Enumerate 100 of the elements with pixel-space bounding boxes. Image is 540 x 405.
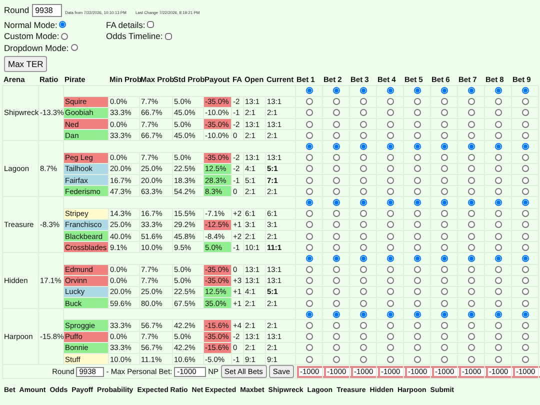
- bet-radio[interactable]: [386, 266, 394, 274]
- bet-radio[interactable]: [332, 232, 340, 240]
- bet-radio[interactable]: [306, 109, 312, 116]
- bet-radio[interactable]: [440, 98, 448, 106]
- bet-radio[interactable]: [306, 356, 312, 363]
- bet-radio[interactable]: [360, 154, 366, 162]
- bet-radio[interactable]: [440, 188, 448, 195]
- bet-radio[interactable]: [414, 176, 420, 184]
- bet-radio[interactable]: [360, 322, 366, 330]
- bet-radio[interactable]: [332, 87, 340, 94]
- bet-radio[interactable]: [440, 266, 448, 274]
- bet-radio[interactable]: [386, 333, 394, 340]
- bet-radio[interactable]: [386, 244, 394, 251]
- bet-radio[interactable]: [468, 232, 474, 240]
- bet-radio[interactable]: [360, 254, 366, 262]
- bet-radio[interactable]: [306, 165, 312, 172]
- bet-radio[interactable]: [332, 277, 340, 284]
- bet-radio[interactable]: [414, 288, 420, 296]
- bet-radio[interactable]: [440, 221, 448, 228]
- bet-radio[interactable]: [440, 322, 448, 330]
- bet-radio[interactable]: [494, 198, 502, 206]
- bet-radio[interactable]: [360, 98, 366, 106]
- bet-radio[interactable]: [494, 277, 502, 284]
- bet-radio[interactable]: [360, 232, 366, 240]
- bet-radio[interactable]: [494, 244, 502, 251]
- bet-radio[interactable]: [494, 109, 502, 116]
- bet-radio[interactable]: [414, 232, 420, 240]
- bet-radio[interactable]: [414, 98, 420, 106]
- bet-radio[interactable]: [306, 244, 312, 251]
- bet-radio[interactable]: [494, 266, 502, 274]
- bet-radio[interactable]: [494, 254, 502, 262]
- bet-radio[interactable]: [468, 154, 474, 162]
- bet-radio[interactable]: [332, 288, 340, 296]
- bet-radio[interactable]: [386, 322, 394, 330]
- bet-radio[interactable]: [468, 221, 474, 228]
- bet-radio[interactable]: [332, 244, 340, 251]
- bet-radio[interactable]: [522, 322, 528, 330]
- bet-radio[interactable]: [360, 188, 366, 195]
- bet-radio[interactable]: [414, 322, 420, 330]
- bet-radio[interactable]: [440, 300, 448, 307]
- bet-radio[interactable]: [440, 87, 448, 94]
- bet-radio[interactable]: [414, 143, 420, 150]
- bet-radio[interactable]: [468, 300, 474, 307]
- bet-radio[interactable]: [440, 198, 448, 206]
- bet-radio[interactable]: [360, 176, 366, 184]
- bet-radio[interactable]: [332, 266, 340, 274]
- bet-radio[interactable]: [386, 188, 394, 195]
- bet-radio[interactable]: [414, 244, 420, 251]
- bet-radio[interactable]: [468, 87, 474, 94]
- bet-radio[interactable]: [468, 198, 474, 206]
- bet-radio[interactable]: [522, 143, 528, 150]
- bet-radio[interactable]: [306, 143, 312, 150]
- bet-radio[interactable]: [360, 288, 366, 296]
- bet-radio[interactable]: [494, 98, 502, 106]
- bet-radio[interactable]: [360, 198, 366, 206]
- bet-radio[interactable]: [522, 165, 528, 172]
- bet-radio[interactable]: [494, 176, 502, 184]
- bet-radio[interactable]: [468, 176, 474, 184]
- bet-radio[interactable]: [386, 98, 394, 106]
- bet-radio[interactable]: [440, 254, 448, 262]
- bet-radio[interactable]: [332, 300, 340, 307]
- bet-radio[interactable]: [440, 344, 448, 352]
- bet-radio[interactable]: [332, 322, 340, 330]
- bet-radio[interactable]: [494, 322, 502, 330]
- bet-radio[interactable]: [332, 310, 340, 318]
- bet-radio[interactable]: [332, 154, 340, 162]
- bet-radio[interactable]: [414, 198, 420, 206]
- bet-radio[interactable]: [522, 210, 528, 218]
- bet-radio[interactable]: [494, 154, 502, 162]
- bet-radio[interactable]: [468, 165, 474, 172]
- bet-radio[interactable]: [332, 98, 340, 106]
- bet-radio[interactable]: [386, 132, 394, 139]
- bet-radio[interactable]: [468, 356, 474, 363]
- bet-radio[interactable]: [440, 109, 448, 116]
- bet-radio[interactable]: [468, 333, 474, 340]
- bet-radio[interactable]: [522, 98, 528, 106]
- bet-radio[interactable]: [522, 254, 528, 262]
- bet-radio[interactable]: [468, 143, 474, 150]
- bet-radio[interactable]: [386, 288, 394, 296]
- bet-radio[interactable]: [494, 120, 502, 128]
- bet-radio[interactable]: [468, 132, 474, 139]
- bet-radio[interactable]: [414, 154, 420, 162]
- bet-radio[interactable]: [360, 300, 366, 307]
- bet-radio[interactable]: [332, 356, 340, 363]
- bet-radio[interactable]: [306, 188, 312, 195]
- bet-radio[interactable]: [332, 254, 340, 262]
- bet-radio[interactable]: [386, 198, 394, 206]
- bet-radio[interactable]: [522, 277, 528, 284]
- bet-radio[interactable]: [306, 322, 312, 330]
- bet-radio[interactable]: [522, 109, 528, 116]
- bet-radio[interactable]: [522, 232, 528, 240]
- bet-radio[interactable]: [414, 210, 420, 218]
- round-field[interactable]: 9938: [32, 4, 62, 16]
- bet-radio[interactable]: [522, 198, 528, 206]
- bet-radio[interactable]: [360, 143, 366, 150]
- bet-radio[interactable]: [440, 244, 448, 251]
- bet-radio[interactable]: [360, 210, 366, 218]
- bet-radio[interactable]: [494, 210, 502, 218]
- bet-radio[interactable]: [306, 176, 312, 184]
- bet-radio[interactable]: [414, 109, 420, 116]
